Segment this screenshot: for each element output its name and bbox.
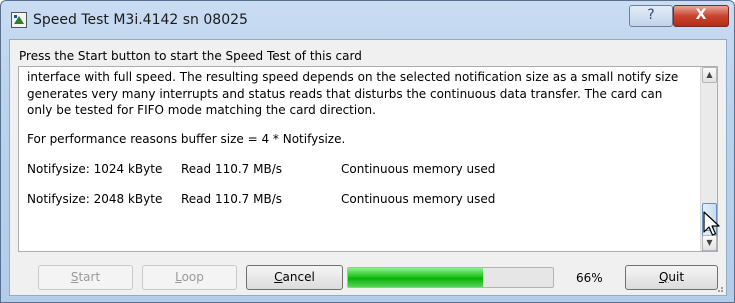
log-buffer-note: For performance reasons buffer size = 4 …: [27, 131, 346, 146]
instruction-label: Press the Start button to start the Spee…: [19, 49, 362, 63]
result-row: Notifysize: 1024 kByte Read 110.7 MB/s C…: [27, 161, 687, 177]
read-speed: Read 110.7 MB/s: [181, 192, 283, 206]
start-label: Start: [70, 270, 101, 284]
progress-percent: 66%: [576, 271, 603, 285]
loop-button[interactable]: Loop: [142, 265, 237, 290]
speed-test-window: Speed Test M3i.4142 sn 08025 ? X Press t…: [0, 0, 735, 303]
quit-button[interactable]: Quit: [625, 265, 718, 290]
close-icon: X: [695, 7, 707, 23]
progress-fill: [348, 268, 484, 287]
start-button[interactable]: Start: [38, 265, 133, 290]
help-button[interactable]: ?: [629, 5, 673, 27]
help-icon: ?: [647, 7, 655, 23]
title-bar[interactable]: Speed Test M3i.4142 sn 08025 ? X: [1, 1, 734, 39]
log-textbox[interactable]: interface with full speed. The resulting…: [18, 66, 718, 252]
cancel-button[interactable]: Cancel: [246, 265, 343, 290]
progress-bar: [347, 267, 554, 288]
resize-grip-icon[interactable]: [714, 283, 724, 293]
memory-info: Continuous memory used: [341, 192, 496, 206]
scroll-up-arrow-icon[interactable]: ▲: [702, 67, 717, 83]
window-title: Speed Test M3i.4142 sn 08025: [33, 12, 248, 28]
quit-label: Quit: [658, 270, 685, 284]
log-paragraph: interface with full speed. The resulting…: [27, 70, 679, 117]
mouse-pointer-icon: [703, 211, 720, 236]
dialog-body: Press the Start button to start the Spee…: [9, 39, 727, 296]
notify-size: Notifysize: 2048 kByte: [27, 192, 163, 206]
close-button[interactable]: X: [673, 5, 729, 27]
cancel-label: Cancel: [274, 270, 315, 284]
memory-info: Continuous memory used: [341, 162, 496, 176]
read-speed: Read 110.7 MB/s: [181, 162, 283, 176]
result-row: Notifysize: 2048 kByte Read 110.7 MB/s C…: [27, 191, 687, 207]
notify-size: Notifysize: 1024 kByte: [27, 162, 163, 176]
log-content: interface with full speed. The resulting…: [27, 69, 687, 207]
loop-label: Loop: [175, 270, 204, 284]
app-icon: [11, 12, 27, 28]
